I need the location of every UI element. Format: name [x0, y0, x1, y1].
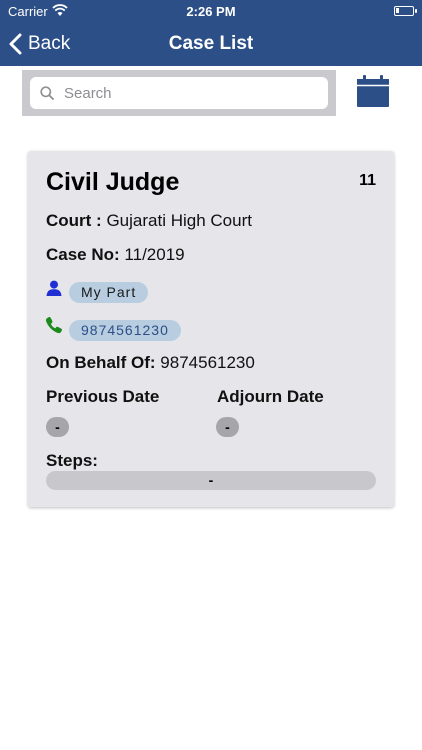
behalf-value: 9874561230 [160, 353, 255, 372]
chevron-left-icon [9, 33, 22, 55]
back-button[interactable]: Back [8, 30, 70, 58]
calendar-icon[interactable] [356, 74, 390, 108]
steps-label: Steps: [46, 451, 98, 470]
adjourn-date-label: Adjourn Date [217, 387, 324, 406]
phone-icon[interactable] [45, 316, 63, 334]
behalf-row: On Behalf Of: 9874561230 [46, 353, 255, 373]
adjourn-date-value: - [216, 417, 239, 437]
phone-number-chip[interactable]: 9874561230 [69, 320, 181, 341]
clock-time: 2:26 PM [186, 4, 236, 19]
previous-date-label: Previous Date [46, 387, 160, 406]
case-count-badge: 11 [359, 172, 376, 189]
party-chip: My Part [69, 282, 149, 303]
back-label: Back [28, 33, 71, 54]
case-number-row: Case No: 11/2019 [46, 245, 185, 265]
battery-icon [394, 6, 417, 16]
search-bar [22, 70, 336, 116]
case-card[interactable]: Civil Judge 11 Court : Gujarati High Cou… [28, 151, 394, 507]
person-icon [46, 280, 62, 296]
court-label: Court : [46, 211, 102, 230]
steps-value: - [46, 471, 376, 490]
search-icon [40, 86, 54, 100]
case-number-label: Case No: [46, 245, 120, 264]
case-number-value: 11/2019 [124, 245, 185, 264]
court-row: Court : Gujarati High Court [46, 211, 252, 231]
court-value: Gujarati High Court [106, 211, 252, 230]
behalf-label: On Behalf Of: [46, 353, 156, 372]
navigation-bar: Back Case List [0, 22, 422, 66]
search-input[interactable] [62, 83, 316, 103]
previous-date-value: - [46, 417, 69, 437]
status-bar: Carrier 2:26 PM [0, 0, 422, 22]
case-court-name: Civil Judge [46, 168, 180, 196]
search-field[interactable] [30, 77, 328, 109]
